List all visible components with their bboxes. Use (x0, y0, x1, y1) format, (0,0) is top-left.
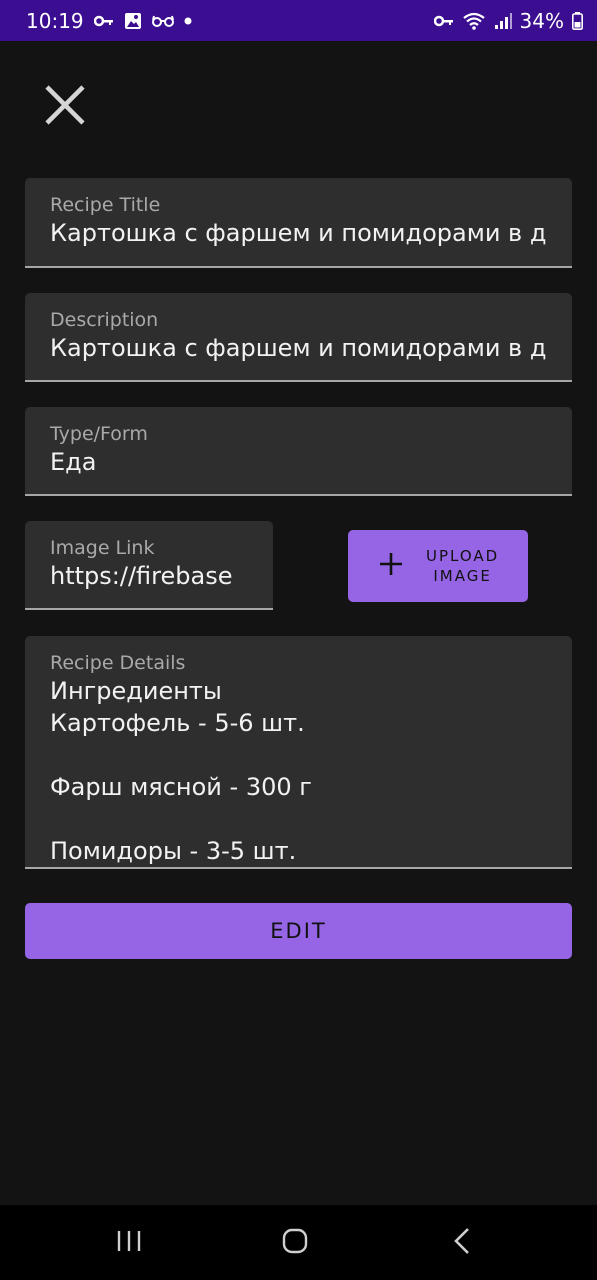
type-form-label: Type/Form (50, 423, 148, 445)
details-line: Картофель - 5-6 шт. (50, 709, 305, 737)
recent-apps-button[interactable] (104, 1227, 154, 1259)
recipe-title-label: Recipe Title (50, 194, 161, 216)
details-line (50, 739, 547, 771)
wifi-icon (462, 12, 486, 30)
key-icon (93, 15, 114, 27)
dot-icon (184, 17, 192, 25)
signal-icon (494, 12, 512, 30)
image-link-label: Image Link (50, 537, 155, 559)
battery-icon (572, 11, 583, 30)
details-line: Помидоры - 3-5 шт. (50, 837, 297, 865)
navigation-bar (0, 1205, 597, 1280)
upload-image-button[interactable]: UPLOAD IMAGE (348, 530, 528, 602)
edit-button[interactable]: EDIT (25, 903, 572, 959)
image-link-field[interactable]: Image Link https://firebase (25, 521, 273, 610)
upload-label-line2: IMAGE (433, 567, 492, 585)
back-icon (453, 1227, 471, 1259)
home-icon (282, 1228, 308, 1258)
description-input[interactable]: Картошка с фаршем и помидорами в д (50, 332, 547, 364)
description-label: Description (50, 309, 159, 331)
battery-percentage: 34% (519, 8, 564, 33)
recipe-details-field[interactable]: Recipe Details Ингредиенты Картофель - 5… (25, 636, 572, 869)
upload-label-line1: UPLOAD (426, 547, 500, 565)
recipe-details-input[interactable]: Ингредиенты Картофель - 5-6 шт. Фарш мяс… (50, 675, 547, 867)
close-icon (43, 83, 87, 131)
close-button[interactable] (40, 82, 90, 132)
vpn-key-icon (433, 15, 454, 27)
home-button[interactable] (270, 1227, 320, 1259)
back-button[interactable] (437, 1227, 487, 1259)
recipe-title-input[interactable]: Картошка с фаршем и помидорами в д (50, 217, 547, 249)
details-line (50, 803, 547, 835)
image-link-input[interactable]: https://firebase (50, 560, 248, 592)
status-time: 10:19 (26, 8, 84, 33)
plus-icon (378, 546, 408, 586)
glasses-icon (151, 15, 174, 27)
type-form-field[interactable]: Type/Form Еда (25, 407, 572, 496)
recent-apps-icon (116, 1229, 142, 1257)
type-form-input[interactable]: Еда (50, 446, 547, 478)
recipe-details-label: Recipe Details (50, 652, 186, 674)
description-field[interactable]: Description Картошка с фаршем и помидора… (25, 293, 572, 382)
status-right: 34% (433, 8, 583, 33)
recipe-title-field[interactable]: Recipe Title Картошка с фаршем и помидор… (25, 178, 572, 268)
image-icon (124, 12, 142, 30)
status-left: 10:19 (26, 9, 192, 33)
details-line: Фарш мясной - 300 г (50, 773, 312, 801)
status-bar: 10:19 34% (0, 0, 597, 41)
upload-image-label: UPLOAD IMAGE (426, 546, 499, 586)
details-line: Ингредиенты (50, 677, 222, 705)
